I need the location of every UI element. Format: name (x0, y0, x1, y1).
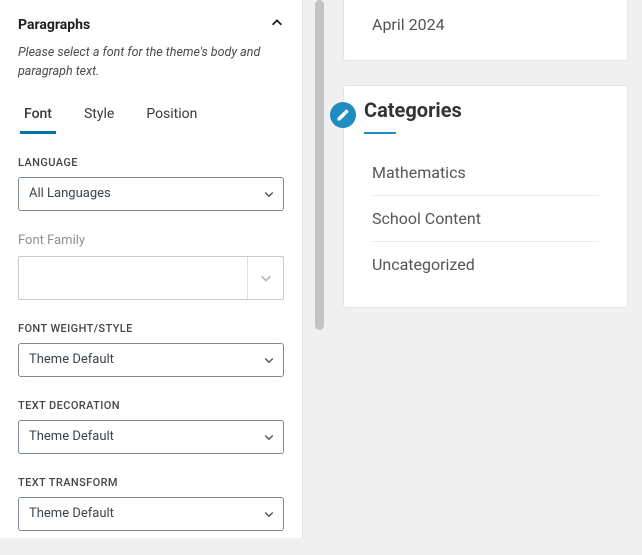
select-language-value: All Languages (29, 186, 263, 201)
label-font-family: Font Family (18, 233, 284, 248)
chevron-down-icon (263, 188, 275, 200)
categories-title: Categories (364, 98, 462, 132)
chevron-down-icon (263, 354, 275, 366)
section-description: Please select a font for the theme's bod… (18, 44, 284, 82)
chevron-up-icon (270, 16, 284, 34)
select-text-decoration-value: Theme Default (29, 429, 263, 444)
select-font-weight[interactable]: Theme Default (18, 343, 284, 377)
category-link-mathematics[interactable]: Mathematics (372, 150, 599, 196)
edit-icon[interactable] (330, 102, 356, 128)
scrollbar-track[interactable] (313, 0, 327, 538)
field-language: LANGUAGE All Languages (18, 156, 284, 211)
section-title: Paragraphs (18, 17, 90, 33)
select-font-family[interactable] (18, 256, 284, 300)
archive-link-april-2024[interactable]: April 2024 (344, 0, 627, 36)
select-text-transform-value: Theme Default (29, 506, 263, 521)
section-header-paragraphs[interactable]: Paragraphs (0, 0, 302, 44)
select-text-transform[interactable]: Theme Default (18, 497, 284, 531)
field-text-decoration: TEXT DECORATION Theme Default (18, 399, 284, 454)
category-link-uncategorized[interactable]: Uncategorized (372, 242, 599, 287)
tab-position[interactable]: Position (146, 102, 197, 134)
categories-list: Mathematics School Content Uncategorized (344, 132, 627, 295)
typography-tabs: Font Style Position (18, 96, 284, 134)
categories-widget: Categories Mathematics School Content Un… (343, 85, 628, 308)
preview-area: April 2024 Categories Mathematics School… (343, 0, 628, 332)
field-text-transform: TEXT TRANSFORM Theme Default (18, 476, 284, 531)
label-text-transform: TEXT TRANSFORM (18, 476, 284, 489)
archive-widget: April 2024 (343, 0, 628, 61)
scrollbar-thumb[interactable] (315, 0, 324, 330)
tab-style[interactable]: Style (84, 102, 114, 134)
select-font-weight-value: Theme Default (29, 352, 263, 367)
chevron-down-icon (263, 431, 275, 443)
section-body: Please select a font for the theme's bod… (0, 44, 302, 555)
tab-font[interactable]: Font (24, 102, 52, 134)
select-language[interactable]: All Languages (18, 177, 284, 211)
field-font-family: Font Family (18, 233, 284, 300)
label-font-weight: FONT WEIGHT/STYLE (18, 322, 284, 335)
chevron-down-icon (247, 257, 283, 299)
customizer-panel: Paragraphs Please select a font for the … (0, 0, 303, 538)
select-font-family-value (19, 257, 247, 299)
label-text-decoration: TEXT DECORATION (18, 399, 284, 412)
chevron-down-icon (263, 508, 275, 520)
label-language: LANGUAGE (18, 156, 284, 169)
select-text-decoration[interactable]: Theme Default (18, 420, 284, 454)
category-link-school-content[interactable]: School Content (372, 196, 599, 242)
field-font-weight: FONT WEIGHT/STYLE Theme Default (18, 322, 284, 377)
